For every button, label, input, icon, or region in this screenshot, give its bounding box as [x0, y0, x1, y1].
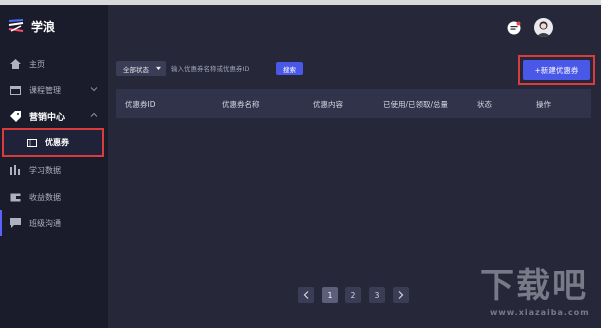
user-avatar[interactable]	[534, 18, 553, 37]
sidebar-item-label: 优惠券	[45, 138, 69, 147]
watermark-url: www.xiazaiba.com	[490, 308, 590, 317]
app-name: 学浪	[31, 19, 56, 34]
bar-chart-icon	[9, 164, 21, 176]
logo-icon	[8, 19, 24, 32]
calendar-icon	[9, 84, 21, 96]
column-header-status: 状态	[477, 100, 492, 109]
chat-bubble-icon	[9, 217, 21, 229]
chevron-right-icon	[398, 291, 404, 299]
tag-icon	[9, 110, 21, 122]
sidebar-item-revenue-data[interactable]: 收益数据	[0, 184, 108, 210]
sidebar-item-course-management[interactable]: 课程管理	[0, 77, 108, 103]
sidebar-item-label: 营销中心	[29, 112, 66, 123]
sidebar-item-learning-data[interactable]: 学习数据	[0, 157, 108, 183]
page-button[interactable]: 2	[345, 287, 361, 303]
column-header-coupon-content: 优惠内容	[313, 100, 343, 109]
coupon-search-input[interactable]	[166, 61, 271, 76]
coupon-table-header: 优惠券ID 优惠券名称 优惠内容 已使用/已领取/总量 状态 操作	[116, 89, 591, 118]
message-icon[interactable]	[507, 21, 521, 35]
sidebar-item-coupons[interactable]: 优惠券	[2, 128, 104, 157]
watermark: 下载吧 www.xiazaiba.com	[476, 258, 596, 322]
column-header-usage: 已使用/已领取/总量	[383, 100, 449, 109]
watermark-logo-text: 下载吧	[480, 266, 588, 306]
sidebar-item-label: 收益数据	[29, 192, 61, 202]
new-coupon-button[interactable]: +新建优惠券	[523, 60, 590, 80]
sidebar-item-marketing-center[interactable]: 营销中心	[0, 103, 108, 129]
search-button[interactable]: 搜索	[276, 62, 303, 75]
sidebar-item-label: 主页	[29, 59, 45, 69]
sidebar: 学浪 主页 课程管理 营销中心 优惠券 学习数据 收益数据 班级沟通	[0, 5, 108, 328]
chevron-down-icon	[90, 87, 98, 92]
wallet-icon	[9, 191, 21, 203]
caret-down-icon	[156, 66, 161, 71]
coupon-icon	[27, 138, 37, 148]
chevron-left-icon	[303, 291, 309, 299]
status-filter-value: 全部状态	[123, 65, 149, 74]
column-header-coupon-id: 优惠券ID	[125, 100, 156, 109]
chevron-up-icon	[90, 112, 98, 117]
sidebar-item-label: 课程管理	[29, 85, 61, 95]
sidebar-item-home[interactable]: 主页	[0, 51, 108, 77]
sidebar-item-label: 班级沟通	[29, 218, 61, 228]
home-icon	[9, 58, 21, 70]
page-button[interactable]: 3	[369, 287, 385, 303]
sidebar-item-class-chat[interactable]: 班级沟通	[0, 210, 108, 236]
new-coupon-highlight: +新建优惠券	[518, 55, 595, 85]
sidebar-item-label: 学习数据	[29, 165, 61, 175]
page-button[interactable]: 1	[322, 287, 338, 303]
next-page-button[interactable]	[393, 287, 409, 303]
app-logo[interactable]: 学浪	[8, 17, 55, 35]
column-header-actions: 操作	[536, 100, 551, 109]
prev-page-button[interactable]	[298, 287, 314, 303]
column-header-coupon-name: 优惠券名称	[222, 100, 260, 109]
status-filter-select[interactable]: 全部状态	[116, 61, 166, 76]
